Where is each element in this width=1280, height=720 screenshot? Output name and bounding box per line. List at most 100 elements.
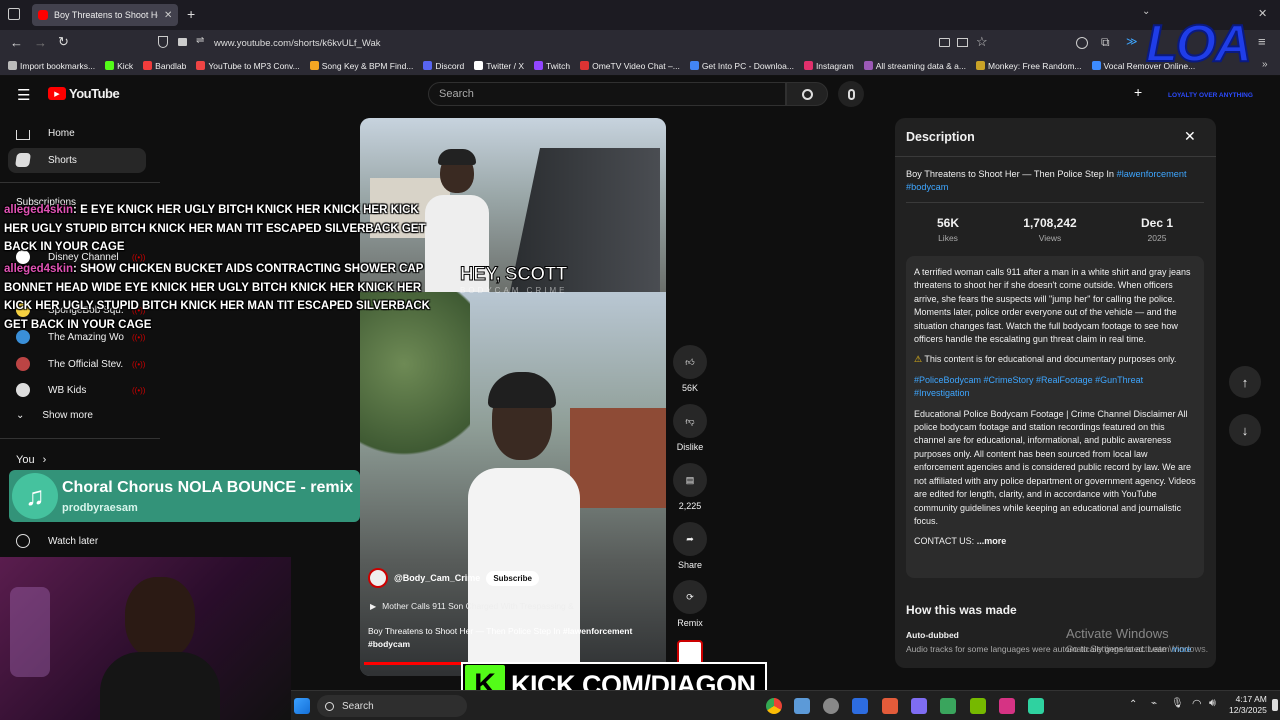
taskbar-clock[interactable]: 4:17 AM 12/3/2025: [1229, 694, 1267, 716]
chevron-down-icon: ⌄: [16, 410, 25, 421]
sidebar-you-heading[interactable]: You ›: [16, 454, 46, 466]
taskbar-search[interactable]: Search: [317, 695, 467, 717]
extension-icon[interactable]: ≫: [1126, 35, 1138, 48]
search-button[interactable]: [786, 82, 828, 106]
app-icon[interactable]: [940, 698, 956, 714]
sidebar-divider: [0, 182, 160, 183]
hashtag-lawenforcement[interactable]: #lawenforcement: [1117, 169, 1187, 179]
hashtag-bodycam[interactable]: #bodycam: [906, 181, 1206, 194]
channel-avatar[interactable]: [368, 568, 388, 588]
bookmark-item[interactable]: YouTube to MP3 Conv...: [196, 61, 300, 71]
next-short-button[interactable]: ↓: [1229, 414, 1261, 446]
like-button[interactable]: 👍︎ 56K: [672, 345, 708, 393]
bookmark-item[interactable]: Twitch: [534, 61, 570, 71]
sidebar-item-watch-later[interactable]: Watch later: [16, 534, 98, 548]
browser-tab[interactable]: Boy Threatens to Shoot Her ✕: [32, 4, 178, 26]
show-more-label: Show more: [42, 410, 93, 421]
wifi-icon[interactable]: ◠: [1192, 697, 1202, 710]
related-video-link[interactable]: ▶ Mother Calls 911 Son Charged With Tres…: [370, 601, 574, 611]
share-button[interactable]: ➦ Share: [672, 522, 708, 570]
app-icon[interactable]: [999, 698, 1015, 714]
remix-button[interactable]: ⟳ Remix: [672, 580, 708, 628]
sidebar-channel-item[interactable]: The Official Stev... ((•)): [16, 357, 145, 371]
activate-windows-subtitle: Go to Settings to activate Windows.: [1066, 644, 1209, 654]
windows-start-icon[interactable]: [294, 698, 310, 714]
bookmark-item[interactable]: Bandlab: [143, 61, 186, 71]
comments-button[interactable]: ▤ 2,225: [672, 463, 708, 511]
account-icon[interactable]: [1076, 37, 1088, 49]
volume-icon[interactable]: 🔊︎: [1209, 697, 1216, 710]
settings-icon[interactable]: [823, 698, 839, 714]
app-icon[interactable]: [882, 698, 898, 714]
bookmark-item[interactable]: Kick: [105, 61, 133, 71]
bookmark-item[interactable]: Song Key & BPM Find...: [309, 61, 413, 71]
more-link[interactable]: ...more: [977, 536, 1007, 546]
menu-icon[interactable]: ≡: [1258, 34, 1266, 49]
reader-view-icon[interactable]: [957, 38, 968, 47]
bookmark-item[interactable]: All streaming data & a...: [863, 61, 966, 71]
forward-icon[interactable]: →: [34, 35, 47, 50]
microphone-tray-icon[interactable]: 🎙︎: [1171, 698, 1184, 709]
bookmark-item[interactable]: Discord: [423, 61, 464, 71]
network-icon[interactable]: ⌁: [1151, 698, 1157, 709]
extensions-icon[interactable]: ⧉: [1101, 35, 1110, 50]
related-video-title: Mother Calls 911 Son Charged With Trespa…: [382, 601, 574, 611]
previous-short-button[interactable]: ↑: [1229, 366, 1261, 398]
arrow-down-icon: ↓: [1241, 422, 1249, 438]
video-hashtag-lawenforcement[interactable]: #lawenforcement: [563, 626, 632, 636]
shield-icon[interactable]: [158, 36, 168, 48]
bookmarks-overflow-icon[interactable]: »: [1262, 59, 1268, 70]
how-made-heading: How this was made: [906, 603, 1017, 617]
bookmark-item[interactable]: Twitter / X: [474, 61, 524, 71]
url-field[interactable]: www.youtube.com/shorts/k6kvULf_Wak: [214, 38, 381, 49]
bookmark-item[interactable]: Get Into PC - Downloa...: [689, 61, 794, 71]
bookmark-item[interactable]: Import bookmarks...: [8, 61, 95, 71]
search-input[interactable]: Search: [428, 82, 786, 106]
dislike-button[interactable]: 👎︎ Dislike: [672, 404, 708, 452]
bookmark-favicon-icon: [689, 61, 699, 70]
new-tab-icon[interactable]: +: [187, 6, 195, 22]
thumbs-down-icon: 👎︎: [673, 404, 707, 438]
window-close-icon[interactable]: ✕: [1258, 7, 1267, 20]
nvidia-icon[interactable]: [970, 698, 986, 714]
close-tab-icon[interactable]: ✕: [164, 10, 172, 21]
screenshot-icon[interactable]: [939, 38, 950, 47]
close-description-icon[interactable]: ✕: [1184, 128, 1196, 145]
contact-line: CONTACT US: ...more: [914, 535, 1196, 548]
notification-icon[interactable]: [1272, 699, 1278, 711]
youtube-logo[interactable]: ▶ YouTube: [48, 86, 120, 101]
sidebar-item-home[interactable]: Home: [16, 126, 75, 140]
bookmark-star-icon[interactable]: ☆: [976, 34, 988, 50]
app-icon[interactable]: [1028, 698, 1044, 714]
activate-windows-title: Activate Windows: [1066, 626, 1169, 641]
gamepad-icon[interactable]: [911, 698, 927, 714]
sidebar-item-shorts[interactable]: Shorts: [15, 153, 77, 167]
permissions-icon[interactable]: ⇌: [196, 35, 204, 46]
reload-icon[interactable]: ↻: [58, 34, 69, 50]
video-hashtag-bodycam[interactable]: #bodycam: [368, 638, 658, 651]
show-more-button[interactable]: ⌄ Show more: [16, 410, 93, 421]
bookmark-favicon-icon: [143, 61, 153, 70]
bookmark-favicon-icon: [474, 61, 484, 70]
music-note-icon: ♫: [12, 473, 58, 519]
file-explorer-icon[interactable]: [794, 698, 810, 714]
description-box[interactable]: A terrified woman calls 911 after a man …: [906, 256, 1204, 578]
app-icon[interactable]: [852, 698, 868, 714]
voice-search-button[interactable]: [838, 81, 864, 107]
bookmark-item[interactable]: OmeTV Video Chat –...: [580, 61, 680, 71]
description-hashtags[interactable]: #PoliceBodycam #CrimeStory #RealFootage …: [914, 374, 1196, 401]
bookmark-item[interactable]: Instagram: [803, 61, 854, 71]
like-count: 56K: [681, 383, 698, 393]
tab-list-icon[interactable]: [8, 8, 20, 20]
sidebar-channel-item[interactable]: WB Kids ((•)): [16, 383, 145, 397]
channel-handle[interactable]: @Body_Cam_Crime: [394, 573, 480, 583]
hamburger-menu-icon[interactable]: ☰: [17, 86, 30, 104]
subscribe-button[interactable]: Subscribe: [486, 570, 539, 586]
chrome-icon[interactable]: [766, 698, 782, 714]
tray-chevron-icon[interactable]: ⌃: [1129, 699, 1137, 710]
back-icon[interactable]: ←: [10, 35, 23, 50]
bookmark-item[interactable]: Monkey: Free Random...: [975, 61, 1082, 71]
likes-stat: 56K Likes: [903, 216, 993, 243]
video-title: Boy Threatens to Shoot Her — Then Police…: [368, 625, 658, 651]
likes-value: 56K: [936, 216, 959, 230]
